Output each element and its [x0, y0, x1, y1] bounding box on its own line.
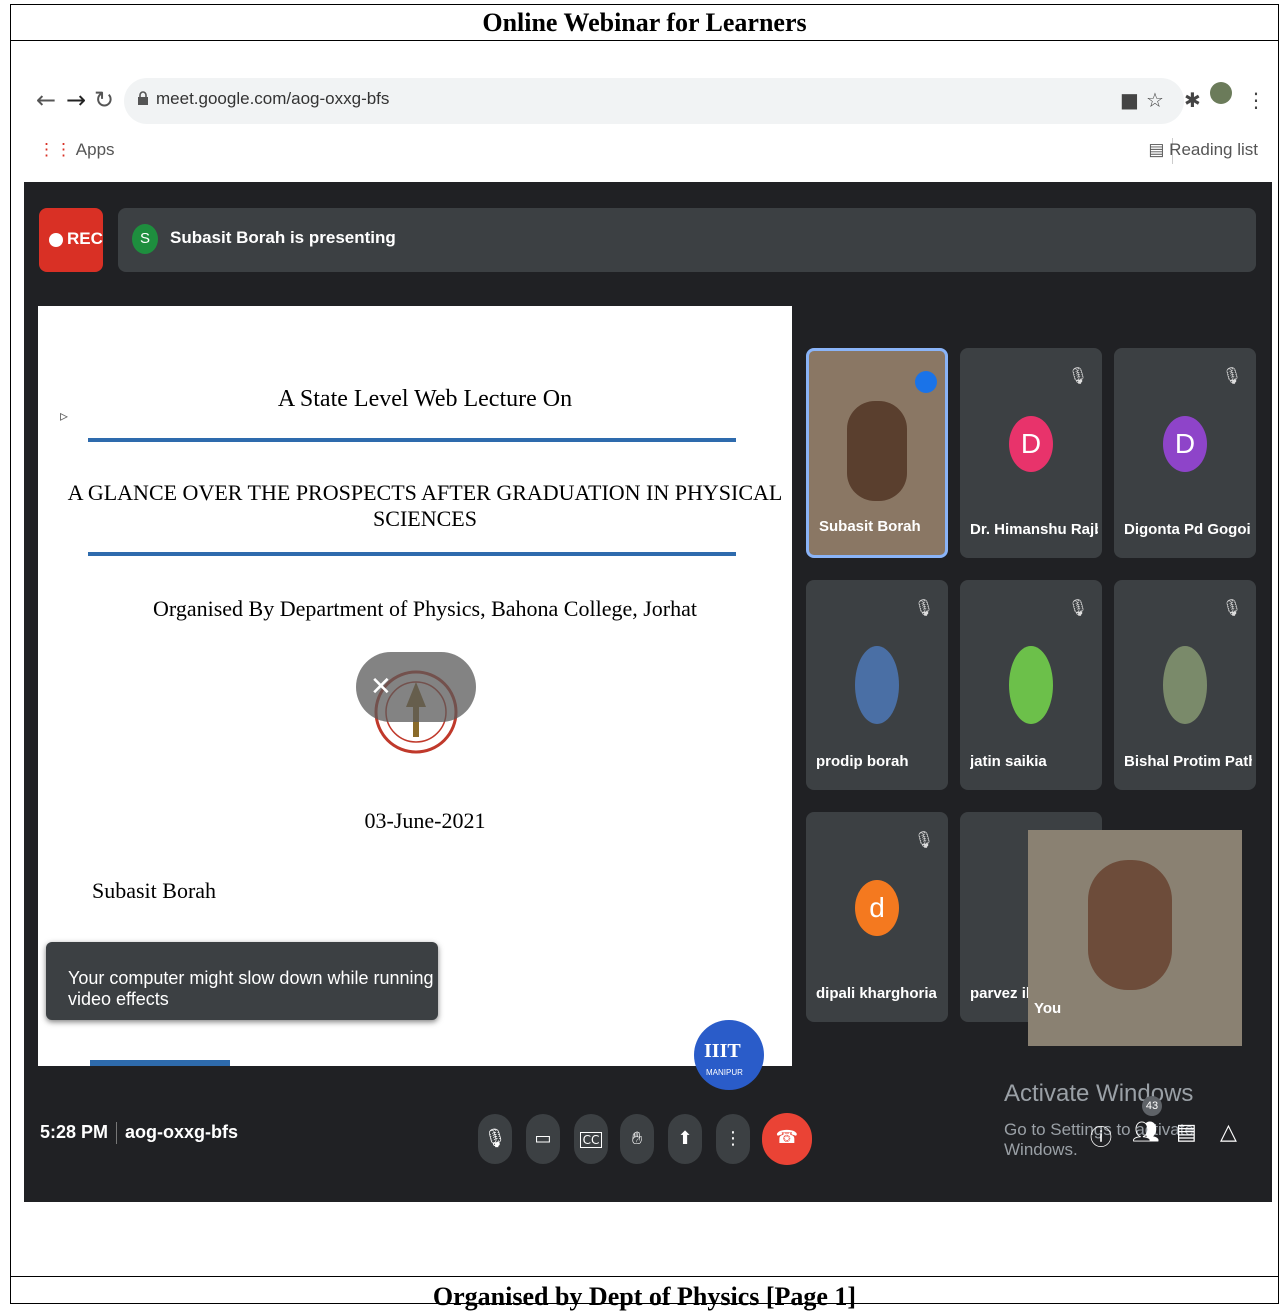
slide-speaker: Subasit Borah — [92, 878, 217, 903]
mic-off-icon: 🎙︎ — [1067, 366, 1088, 385]
extensions-icon[interactable]: ✱ — [1184, 88, 1201, 112]
participant-tile[interactable]: 🎙︎ D Digonta Pd Gogoi — [1114, 348, 1256, 558]
leave-call-button[interactable]: ☎ — [762, 1113, 812, 1165]
menu-icon[interactable]: ⋮ — [1246, 88, 1266, 112]
mic-off-icon: 🎙︎ — [913, 830, 934, 849]
participant-avatar: D — [1009, 416, 1053, 472]
presenting-text: Subasit Borah is presenting — [170, 228, 396, 247]
participant-photo — [855, 646, 899, 724]
more-options-button[interactable]: ⋮ — [716, 1114, 750, 1164]
slide-rule-top — [88, 438, 736, 442]
mic-off-icon: 🎙︎ — [1221, 598, 1242, 617]
participant-photo — [1163, 646, 1207, 724]
iiit-logo: IIIT MANIPUR — [694, 1020, 764, 1090]
captions-icon: CC — [579, 1132, 603, 1148]
participant-photo — [1009, 646, 1053, 724]
participant-tile[interactable]: 🎙︎ jatin saikia — [960, 580, 1102, 790]
bookmark-star-icon[interactable]: ☆ — [1146, 88, 1164, 112]
forward-icon[interactable]: → — [66, 86, 86, 114]
recording-badge[interactable]: REC — [39, 208, 103, 272]
mic-off-icon: 🎙︎ — [1221, 366, 1242, 385]
participant-tile[interactable]: 🎙︎ D Dr. Himanshu Rajb... — [960, 348, 1102, 558]
camera-icon: ▭ — [534, 1128, 552, 1149]
captions-button[interactable]: CC — [574, 1114, 608, 1164]
mic-off-icon: 🎙︎ — [913, 598, 934, 617]
document-footer: Organised by Dept of Physics [Page 1] — [432, 1282, 857, 1311]
participant-avatar: d — [855, 880, 899, 936]
slide-topic: A GLANCE OVER THE PROSPECTS AFTER GRADUA… — [67, 480, 783, 531]
record-dot-icon — [49, 233, 63, 247]
camera-button[interactable]: ▭ — [526, 1114, 560, 1164]
pin-icon: ✕ — [370, 672, 392, 702]
activate-windows-watermark: Activate Windows — [1004, 1080, 1194, 1107]
presenter-avatar: S — [132, 224, 158, 254]
bookmarks-bar: ⋮⋮ Apps ▤ Reading list — [24, 134, 1272, 174]
browser-chrome: ← → ↻ meet.google.com/aog-oxxg-bfs ■ ☆ ✱… — [24, 70, 1272, 182]
speaking-indicator-icon — [915, 371, 937, 393]
apps-grid-icon: ⋮⋮ — [38, 140, 72, 159]
participant-avatar: D — [1163, 416, 1207, 472]
participant-video — [847, 401, 907, 501]
chat-icon[interactable]: ▤ — [1176, 1120, 1197, 1145]
mic-icon: 🎙︎ — [483, 1128, 507, 1149]
slide-heading: A State Level Web Lecture On — [277, 386, 573, 412]
participant-tile[interactable]: 🎙︎ Bishal Protim Path... — [1114, 580, 1256, 790]
slide-organiser: Organised By Department of Physics, Baho… — [153, 596, 697, 621]
present-icon: ⬆ — [677, 1128, 693, 1149]
participant-count-badge: 43 — [1142, 1096, 1162, 1116]
activities-icon[interactable]: △ — [1220, 1120, 1237, 1145]
profile-avatar[interactable] — [1210, 82, 1232, 104]
document-title: Online Webinar for Learners — [482, 8, 807, 37]
participant-tile[interactable]: Subasit Borah — [806, 348, 948, 558]
hang-up-icon: ☎ — [775, 1127, 799, 1148]
apps-bookmark[interactable]: ⋮⋮ Apps — [38, 140, 115, 160]
url-text: meet.google.com/aog-oxxg-bfs — [156, 89, 390, 108]
meeting-info-icon[interactable]: ⓘ — [1090, 1120, 1112, 1152]
title-divider — [11, 40, 1278, 41]
camera-indicator-icon[interactable]: ■ — [1120, 88, 1139, 112]
more-icon: ⋮ — [724, 1128, 742, 1149]
slide-date: 03-June-2021 — [364, 808, 486, 833]
lock-icon — [138, 91, 148, 105]
footer-divider — [11, 1276, 1278, 1277]
hand-icon: ✋︎ — [631, 1128, 643, 1149]
microphone-button[interactable]: 🎙︎ — [478, 1114, 512, 1164]
presenting-banner: S Subasit Borah is presenting — [118, 208, 1256, 272]
slide-rule-bottom — [88, 552, 736, 556]
reading-list-button[interactable]: ▤ Reading list — [1148, 140, 1258, 160]
address-bar[interactable]: meet.google.com/aog-oxxg-bfs — [124, 78, 1184, 124]
speaker-underline — [90, 1060, 230, 1066]
participant-tile[interactable]: 🎙︎ d dipali kharghoria — [806, 812, 948, 1022]
reading-list-icon: ▤ — [1148, 140, 1165, 159]
present-button[interactable]: ⬆ — [668, 1114, 702, 1164]
back-icon[interactable]: ← — [36, 86, 56, 114]
reload-icon[interactable]: ↻ — [94, 86, 114, 114]
self-video-figure — [1088, 860, 1172, 990]
meet-window: REC S Subasit Borah is presenting ▹ A St… — [24, 182, 1272, 1202]
pin-overlay[interactable]: ✕ — [356, 652, 476, 722]
mic-off-icon: 🎙︎ — [1067, 598, 1088, 617]
raise-hand-button[interactable]: ✋︎ — [620, 1114, 654, 1164]
screenshot: ← → ↻ meet.google.com/aog-oxxg-bfs ■ ☆ ✱… — [24, 70, 1272, 1202]
participant-tile[interactable]: 🎙︎ prodip borah — [806, 580, 948, 790]
self-view-video[interactable]: You — [1028, 830, 1242, 1046]
video-effects-toast: Your computer might slow down while runn… — [46, 942, 438, 1020]
people-icon[interactable]: 👥︎ — [1132, 1120, 1160, 1145]
meeting-details[interactable]: 5:28 PM aog-oxxg-bfs — [40, 1122, 238, 1145]
